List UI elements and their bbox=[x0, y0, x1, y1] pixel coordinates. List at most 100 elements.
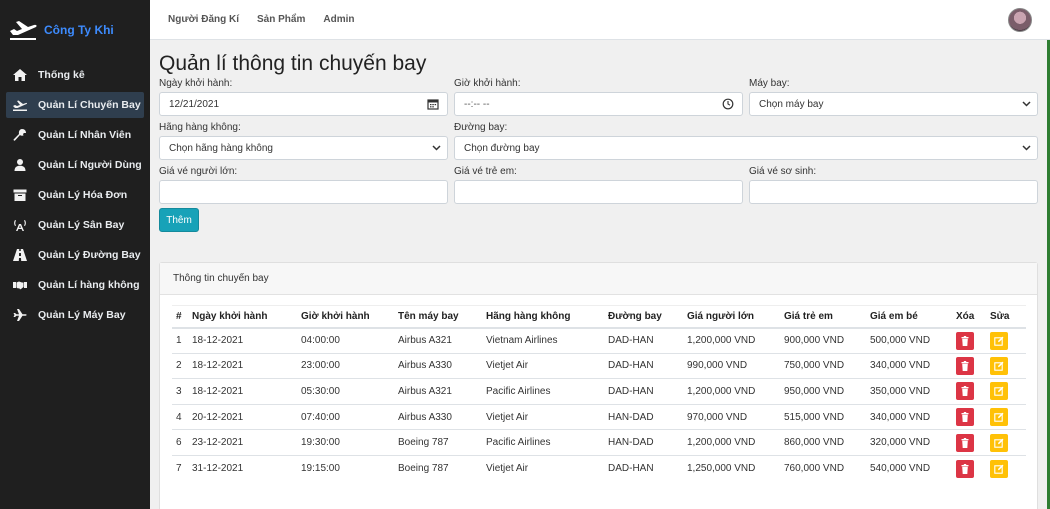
nav-link-registrants[interactable]: Người Đăng Kí bbox=[168, 14, 239, 25]
infant-price-input[interactable] bbox=[749, 180, 1038, 204]
brand-name: Công Ty Khi bbox=[44, 23, 114, 37]
clock-icon[interactable] bbox=[722, 98, 734, 110]
departure-date-group: Ngày khởi hành: 12/21/2021 bbox=[159, 78, 448, 116]
edit-button[interactable] bbox=[990, 382, 1008, 401]
cell-route: DAD-HAN bbox=[604, 378, 683, 405]
cell-child-price: 760,000 VND bbox=[780, 454, 866, 482]
sidebar-item-invoices[interactable]: Quản Lý Hóa Đơn bbox=[6, 182, 144, 208]
cell-airline: Vietjet Air bbox=[482, 403, 604, 430]
cell-time: 07:40:00 bbox=[297, 403, 394, 430]
sidebar-item-routes[interactable]: Quản Lý Đường Bay bbox=[6, 242, 144, 268]
cell-date: 31-12-2021 bbox=[188, 454, 297, 482]
departure-time-value: --:-- -- bbox=[464, 98, 490, 110]
sidebar-item-users[interactable]: Quản Lí Người Dùng bbox=[6, 152, 144, 178]
child-price-input[interactable] bbox=[454, 180, 743, 204]
cell-edit bbox=[986, 378, 1026, 405]
top-navbar: Người Đăng Kí Sản Phẩm Admin bbox=[150, 0, 1050, 40]
cell-aircraft: Boeing 787 bbox=[394, 429, 482, 456]
cell-adult-price: 1,250,000 VND bbox=[683, 454, 780, 482]
table-header-row: # Ngày khởi hành Giờ khởi hành Tên máy b… bbox=[172, 305, 1026, 329]
edit-icon bbox=[994, 361, 1004, 371]
sidebar-item-label: Quản Lí Chuyến Bay bbox=[38, 99, 141, 111]
edit-icon bbox=[994, 336, 1004, 346]
nav-link-admin[interactable]: Admin bbox=[323, 14, 354, 25]
edit-button[interactable] bbox=[990, 408, 1008, 427]
col-header-index: # bbox=[172, 305, 188, 329]
table-row: 6 23-12-2021 19:30:00 Boeing 787 Pacific Air… bbox=[172, 429, 1026, 456]
delete-button[interactable] bbox=[956, 433, 974, 452]
cell-index: 4 bbox=[172, 403, 188, 430]
trash-icon bbox=[961, 360, 969, 371]
cell-airline: Pacific Airlines bbox=[482, 378, 604, 405]
sidebar-item-statistics[interactable]: Thống kê bbox=[6, 62, 144, 88]
sidebar-item-airports[interactable]: Quản Lý Sân Bay bbox=[6, 212, 144, 238]
avatar[interactable] bbox=[1008, 8, 1032, 32]
user-icon bbox=[12, 158, 28, 172]
cell-aircraft: Airbus A321 bbox=[394, 378, 482, 405]
route-select[interactable]: Chọn đường bay bbox=[454, 136, 1038, 160]
sidebar-item-airlines[interactable]: Quản Lí hàng không bbox=[6, 272, 144, 298]
flights-card: Thông tin chuyến bay # Ngày khởi hành Gi… bbox=[159, 262, 1038, 509]
cell-child-price: 860,000 VND bbox=[780, 429, 866, 456]
airline-label: Hãng hàng không: bbox=[159, 122, 241, 133]
edit-button[interactable] bbox=[990, 459, 1008, 478]
aircraft-select[interactable]: Chọn máy bay bbox=[749, 92, 1038, 116]
edit-icon bbox=[994, 412, 1004, 422]
cell-delete bbox=[952, 429, 986, 456]
sidebar-item-aircraft[interactable]: Quản Lý Máy Bay bbox=[6, 302, 144, 328]
chevron-down-icon bbox=[1022, 145, 1031, 151]
cell-airline: Vietjet Air bbox=[482, 454, 604, 482]
col-header-time: Giờ khởi hành bbox=[297, 305, 394, 329]
airline-select-value: Chọn hãng hàng không bbox=[169, 142, 273, 154]
adult-price-input[interactable] bbox=[159, 180, 448, 204]
sidebar-menu: Thống kê Quản Lí Chuyến Bay Quản Lí Nhân… bbox=[0, 62, 150, 328]
sidebar-item-flights[interactable]: Quản Lí Chuyến Bay bbox=[6, 92, 144, 118]
cell-date: 18-12-2021 bbox=[188, 327, 297, 354]
delete-button[interactable] bbox=[956, 459, 974, 478]
cell-delete bbox=[952, 454, 986, 482]
sidebar-item-employees[interactable]: Quản Lí Nhân Viên bbox=[6, 122, 144, 148]
flights-table-body: 1 18-12-2021 04:00:00 Airbus A321 Vietnam Ai… bbox=[172, 327, 1026, 482]
edit-button[interactable] bbox=[990, 433, 1008, 452]
departure-time-label: Giờ khởi hành: bbox=[454, 78, 521, 89]
cell-edit bbox=[986, 352, 1026, 379]
card-title: Thông tin chuyến bay bbox=[160, 263, 1037, 295]
delete-button[interactable] bbox=[956, 382, 974, 401]
departure-time-group: Giờ khởi hành: --:-- -- bbox=[454, 78, 743, 116]
trash-icon bbox=[961, 412, 969, 423]
cell-delete bbox=[952, 327, 986, 354]
cell-index: 3 bbox=[172, 378, 188, 405]
delete-button[interactable] bbox=[956, 331, 974, 350]
nav-link-products[interactable]: Sản Phẩm bbox=[257, 14, 305, 25]
cell-airline: Vietjet Air bbox=[482, 352, 604, 379]
airline-select[interactable]: Chọn hãng hàng không bbox=[159, 136, 448, 160]
trash-icon bbox=[961, 335, 969, 346]
cell-date: 23-12-2021 bbox=[188, 429, 297, 456]
departure-date-input[interactable]: 12/21/2021 bbox=[159, 92, 448, 116]
cell-infant-price: 320,000 VND bbox=[866, 429, 952, 456]
plane-icon bbox=[12, 308, 28, 322]
cell-adult-price: 970,000 VND bbox=[683, 403, 780, 430]
cell-aircraft: Boeing 787 bbox=[394, 454, 482, 482]
delete-button[interactable] bbox=[956, 356, 974, 375]
add-flight-button[interactable]: Thêm bbox=[159, 208, 199, 232]
cell-index: 6 bbox=[172, 429, 188, 456]
edit-button[interactable] bbox=[990, 331, 1008, 350]
cell-edit bbox=[986, 403, 1026, 430]
edit-button[interactable] bbox=[990, 356, 1008, 375]
plane-departure-icon bbox=[12, 98, 28, 112]
table-row: 3 18-12-2021 05:30:00 Airbus A321 Pacific Ai… bbox=[172, 378, 1026, 405]
cell-adult-price: 990,000 VND bbox=[683, 352, 780, 379]
cell-time: 04:00:00 bbox=[297, 327, 394, 354]
route-group: Đường bay: Chọn đường bay bbox=[454, 122, 1038, 160]
col-header-date: Ngày khởi hành bbox=[188, 305, 297, 329]
calendar-icon[interactable] bbox=[427, 98, 439, 110]
cell-delete bbox=[952, 403, 986, 430]
cell-time: 19:30:00 bbox=[297, 429, 394, 456]
trash-icon bbox=[961, 386, 969, 397]
departure-time-input[interactable]: --:-- -- bbox=[454, 92, 743, 116]
cell-edit bbox=[986, 327, 1026, 354]
delete-button[interactable] bbox=[956, 408, 974, 427]
sidebar-item-label: Quản Lí hàng không bbox=[38, 279, 140, 291]
brand[interactable]: Công Ty Khi bbox=[0, 0, 150, 60]
